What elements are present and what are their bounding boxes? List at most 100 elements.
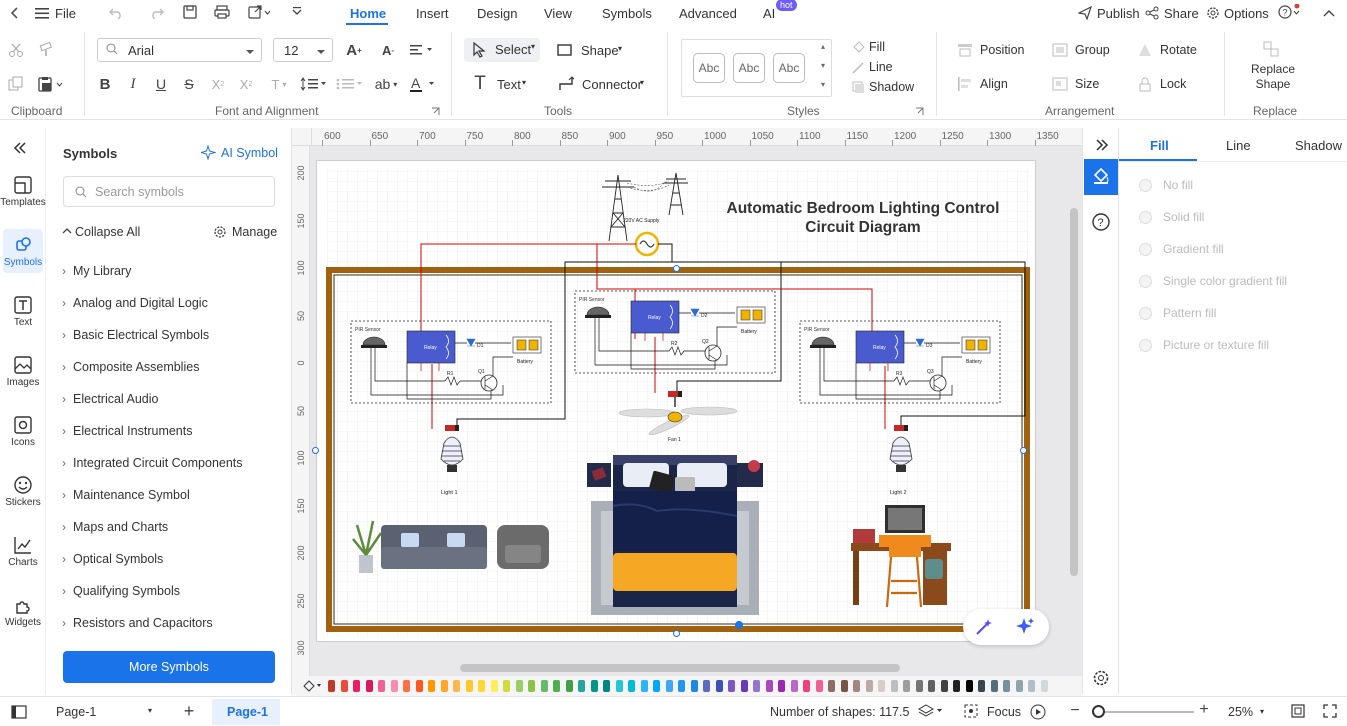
superscript-icon[interactable]: X2: [208, 75, 228, 93]
tab-symbols[interactable]: Symbols: [602, 6, 652, 21]
help-icon[interactable]: ?: [1278, 4, 1302, 20]
tab-home[interactable]: Home: [350, 6, 386, 21]
text-tool-icon[interactable]: T: [472, 73, 488, 94]
layers-icon[interactable]: [918, 703, 944, 719]
shadow-button[interactable]: Shadow: [869, 80, 914, 94]
color-swatch[interactable]: [940, 680, 948, 692]
color-swatch[interactable]: [690, 680, 698, 692]
group-button[interactable]: Group: [1075, 43, 1110, 57]
expand-dialog-icon[interactable]: [914, 106, 924, 116]
align-text-icon[interactable]: [410, 41, 436, 59]
color-swatch[interactable]: [790, 680, 798, 692]
subscript-icon[interactable]: X2: [236, 75, 256, 93]
color-swatch[interactable]: [815, 680, 823, 692]
category-item[interactable]: My Library: [62, 264, 131, 278]
connector-icon[interactable]: [557, 75, 575, 93]
font-size-select[interactable]: 12: [273, 38, 333, 62]
color-swatch[interactable]: [340, 680, 348, 692]
category-item[interactable]: Resistors and Capacitors: [62, 616, 213, 630]
color-swatch[interactable]: [765, 680, 773, 692]
format-painter-icon[interactable]: [37, 41, 55, 59]
fill-option-solid-fill[interactable]: Solid fill: [1139, 210, 1204, 224]
category-item[interactable]: Maintenance Symbol: [62, 488, 190, 502]
selection-handle-right[interactable]: [1020, 447, 1027, 454]
page-layout-icon[interactable]: [10, 704, 28, 720]
line-pen-icon[interactable]: [851, 60, 865, 74]
group-icon[interactable]: [1051, 42, 1069, 58]
position-button[interactable]: Position: [980, 43, 1024, 57]
zoom-in-icon[interactable]: +: [1197, 701, 1211, 718]
select-button[interactable]: Select ▾: [464, 38, 540, 62]
category-item[interactable]: Basic Electrical Symbols: [62, 328, 209, 342]
options-button[interactable]: Options: [1224, 6, 1269, 21]
color-swatch[interactable]: [978, 680, 985, 692]
italic-icon[interactable]: I: [125, 75, 141, 93]
color-swatch[interactable]: [515, 680, 523, 692]
color-swatch[interactable]: [728, 680, 735, 692]
category-item[interactable]: Optical Symbols: [62, 552, 163, 566]
category-item[interactable]: Qualifying Symbols: [62, 584, 180, 598]
color-swatch[interactable]: [353, 680, 360, 692]
color-swatch[interactable]: [403, 680, 410, 692]
connector-button[interactable]: Connector: [582, 77, 642, 92]
increase-font-icon[interactable]: A +: [344, 41, 364, 59]
color-swatch[interactable]: [678, 680, 685, 692]
fill-option-picture-texture[interactable]: Picture or texture fill: [1139, 338, 1269, 352]
color-swatch[interactable]: [903, 680, 910, 692]
add-page-icon[interactable]: +: [181, 701, 197, 721]
category-item[interactable]: Composite Assemblies: [62, 360, 199, 374]
tab-insert[interactable]: Insert: [416, 6, 449, 21]
color-swatch[interactable]: [365, 680, 373, 692]
color-swatch[interactable]: [615, 680, 623, 692]
color-swatch[interactable]: [853, 680, 860, 692]
color-swatch[interactable]: [865, 680, 873, 692]
lock-button[interactable]: Lock: [1160, 77, 1186, 91]
color-swatch[interactable]: [378, 680, 385, 692]
sidebar-item-text[interactable]: Text: [0, 296, 46, 328]
style-sample-1[interactable]: Abc: [693, 53, 725, 83]
fill-button[interactable]: Fill: [869, 40, 885, 54]
search-input[interactable]: Search symbols: [63, 176, 275, 207]
export-icon[interactable]: [247, 4, 271, 20]
focus-icon[interactable]: [963, 703, 979, 719]
category-item[interactable]: Integrated Circuit Components: [62, 456, 243, 470]
zoom-slider-track[interactable]: [1092, 711, 1194, 713]
font-color-icon[interactable]: A: [410, 75, 438, 93]
sidebar-item-charts[interactable]: Charts: [0, 536, 46, 568]
fill-bucket-icon[interactable]: [302, 679, 324, 693]
color-swatch[interactable]: [478, 680, 485, 692]
color-swatch[interactable]: [1015, 680, 1023, 692]
publish-button[interactable]: Publish: [1097, 6, 1140, 21]
replace-shape-icon[interactable]: [1262, 40, 1280, 58]
color-swatch[interactable]: [503, 680, 510, 692]
style-sample-2[interactable]: Abc: [733, 53, 765, 83]
back-icon[interactable]: [8, 6, 22, 20]
color-swatch[interactable]: [1003, 680, 1010, 692]
collapse-ribbon-icon[interactable]: [1321, 5, 1337, 21]
font-family-select[interactable]: Arial: [97, 38, 262, 62]
print-icon[interactable]: [214, 4, 230, 20]
color-swatch[interactable]: [965, 680, 973, 692]
ai-symbol-button[interactable]: AI Symbol: [221, 146, 278, 160]
scroll-down-icon[interactable]: ▾: [821, 61, 825, 70]
align-button[interactable]: Align: [980, 77, 1008, 91]
color-swatch[interactable]: [840, 680, 848, 692]
style-sample-3[interactable]: Abc: [773, 53, 805, 83]
fit-page-icon[interactable]: [1290, 703, 1306, 719]
category-item[interactable]: Maps and Charts: [62, 520, 168, 534]
size-icon[interactable]: [1051, 76, 1069, 92]
redo-icon[interactable]: [149, 5, 165, 21]
hamburger-menu-icon[interactable]: [34, 5, 50, 21]
more-symbols-button[interactable]: More Symbols: [63, 651, 275, 683]
category-item[interactable]: Electrical Audio: [62, 392, 158, 406]
zoom-out-icon[interactable]: −: [1068, 702, 1082, 719]
shadow-icon[interactable]: [851, 80, 865, 94]
fill-option-gradient-fill[interactable]: Gradient fill: [1139, 242, 1224, 256]
color-swatch[interactable]: [603, 680, 610, 692]
tab-ai[interactable]: AI: [763, 6, 775, 21]
publish-icon[interactable]: [1077, 5, 1093, 21]
file-menu[interactable]: File: [55, 6, 76, 21]
share-button[interactable]: Share: [1164, 6, 1199, 21]
horizontal-scrollbar[interactable]: [460, 664, 900, 672]
collapse-all-button[interactable]: Collapse All: [75, 225, 140, 239]
